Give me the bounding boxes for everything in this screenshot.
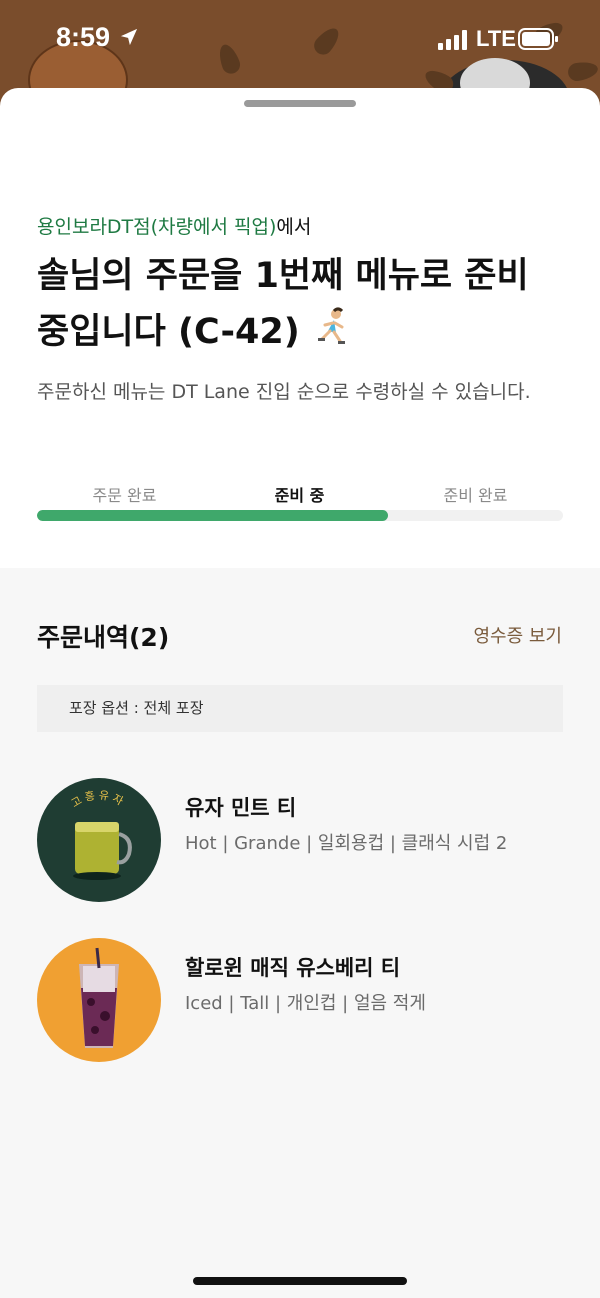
progress-steps: 주문 완료 준비 중 준비 완료: [37, 482, 563, 506]
item-image-yuja-mint-tea: 고흥유자: [37, 778, 161, 902]
order-status-screen: 8:59 LTE 용인보라DT점(차량에서 픽업)에서 솔님의 주문을 1번째 …: [0, 0, 600, 1298]
runner-icon: [317, 307, 345, 344]
order-status-sheet: 용인보라DT점(차량에서 픽업)에서 솔님의 주문을 1번째 메뉴로 준비 중입…: [0, 88, 600, 568]
store-name[interactable]: 용인보라DT점(차량에서 픽업): [37, 216, 276, 238]
store-line: 용인보라DT점(차량에서 픽업)에서: [37, 212, 311, 239]
progress-track: [37, 510, 563, 521]
signal-icon: [438, 30, 467, 50]
headline-text: 솔님의 주문을 1번째 메뉴로 준비 중입니다 (C-42): [37, 256, 529, 352]
view-receipt-link[interactable]: 영수증 보기: [473, 622, 562, 648]
item-image-halloween-yuzberry-tea: [37, 938, 161, 1062]
packaging-option-text: 포장 옵션 : 전체 포장: [69, 699, 204, 717]
sheet-grabber[interactable]: [244, 100, 356, 107]
item-image-label: 고흥유자: [69, 788, 128, 811]
progress-fill: [37, 510, 388, 521]
item-name: 할로윈 매직 유스베리 티: [185, 956, 401, 980]
item-options: Iced | Tall | 개인컵 | 얼음 적게: [185, 993, 426, 1014]
item-options: Hot | Grande | 일회용컵 | 클래식 시럽 2: [185, 833, 508, 854]
network-label: LTE: [476, 26, 516, 51]
yuja-mint-tea-illustration: 고흥유자: [69, 788, 132, 880]
order-headline: 솔님의 주문을 1번째 메뉴로 준비 중입니다 (C-42): [37, 248, 557, 360]
step-ready: 준비 완료: [443, 486, 508, 505]
packaging-option-box: 포장 옵션 : 전체 포장: [37, 685, 563, 732]
pickup-notice: 주문하신 메뉴는 DT Lane 진입 순으로 수령하실 수 있습니다.: [37, 381, 531, 403]
home-indicator[interactable]: [193, 1277, 407, 1285]
order-item[interactable]: 할로윈 매직 유스베리 티 Iced | Tall | 개인컵 | 얼음 적게: [37, 938, 563, 1062]
halloween-yuzberry-tea-illustration: [79, 947, 119, 1048]
step-order-complete: 주문 완료: [92, 486, 157, 505]
status-time: 8:59: [56, 22, 111, 52]
battery-icon: [518, 28, 558, 50]
store-suffix: 에서: [276, 216, 312, 238]
item-name: 유자 민트 티: [185, 796, 297, 820]
status-bar: 8:59 LTE: [0, 0, 600, 80]
location-arrow-icon: [120, 28, 138, 46]
step-preparing: 준비 중: [274, 486, 325, 505]
order-item[interactable]: 고흥유자 유자 민트 티 Hot | Grande | 일회용컵 | 클래식 시…: [37, 778, 563, 902]
order-list-title: 주문내역(2): [37, 623, 170, 652]
